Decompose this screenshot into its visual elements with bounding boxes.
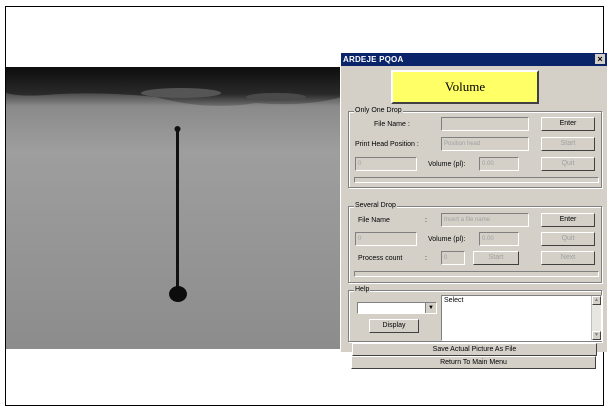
scroll-down-icon[interactable]: ▼ — [592, 331, 601, 340]
start-button[interactable]: Start — [541, 137, 595, 151]
file-name-colon: : — [425, 217, 427, 224]
volume-button[interactable]: Volume — [391, 70, 539, 104]
drop-counter-field: 0 — [355, 157, 417, 171]
several-volume-pl-label: Volume (pl): — [428, 236, 466, 243]
several-drop-label: Several Drop — [354, 201, 397, 211]
help-text: Select — [444, 297, 464, 304]
process-count-field: 0 — [441, 251, 465, 265]
volume-value-field: 0.00 — [479, 157, 519, 171]
file-name-field[interactable] — [441, 117, 529, 131]
next-button[interactable]: Next — [541, 251, 595, 265]
analysis-window: ARDEJE PQOA × Volume Only One Drop File … — [340, 53, 607, 356]
process-count-label: Process count — [358, 255, 403, 262]
help-scrollbar[interactable]: ▲ ▼ — [591, 296, 601, 340]
scroll-up-icon[interactable]: ▲ — [592, 296, 601, 305]
several-file-name-field[interactable]: Insert a file name — [441, 213, 529, 227]
several-start-button[interactable]: Start — [473, 251, 519, 265]
several-quit-button[interactable]: Quit — [541, 232, 595, 246]
several-file-name-label: File Name — [358, 217, 390, 224]
process-count-colon: : — [425, 255, 427, 262]
window-title-bar: ARDEJE PQOA × — [341, 53, 607, 66]
several-drop-counter-field: 0 — [355, 232, 417, 246]
quit-button[interactable]: Quit — [541, 157, 595, 171]
droplet-camera-image — [6, 67, 342, 349]
several-drop-progress — [354, 271, 599, 277]
several-volume-value-field: 0.00 — [479, 232, 519, 246]
help-topic-select[interactable]: ▼ — [357, 302, 437, 314]
save-picture-button[interactable]: Save Actual Picture As File — [352, 343, 597, 356]
print-head-position-label: Print Head Position : — [355, 141, 419, 148]
only-one-drop-label: Only One Drop — [354, 106, 403, 116]
print-head-position-field[interactable]: Position head — [441, 137, 529, 151]
file-name-label: File Name : — [374, 121, 410, 128]
window-title: ARDEJE PQOA — [343, 55, 404, 64]
help-label: Help — [354, 285, 371, 295]
chevron-down-icon[interactable]: ▼ — [425, 303, 436, 313]
return-main-menu-button[interactable]: Return To Main Menu — [351, 356, 596, 369]
help-text-area[interactable]: Select ▲ ▼ — [441, 295, 602, 341]
close-icon[interactable]: × — [595, 54, 605, 64]
several-enter-button[interactable]: Enter — [541, 213, 595, 227]
only-one-drop-progress — [354, 177, 599, 183]
volume-pl-label: Volume (pl): — [428, 161, 466, 168]
display-button[interactable]: Display — [369, 319, 419, 333]
enter-button[interactable]: Enter — [541, 117, 595, 131]
